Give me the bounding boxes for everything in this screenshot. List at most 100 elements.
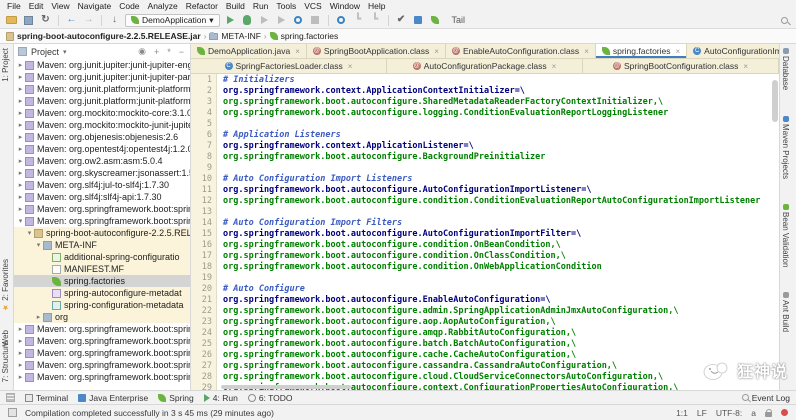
tool-window-button-javaee[interactable]: Java Enterprise bbox=[78, 393, 148, 403]
tree-collapsed-icon[interactable]: ▸ bbox=[16, 349, 25, 357]
menu-item-help[interactable]: Help bbox=[364, 1, 389, 11]
tree-collapsed-icon[interactable]: ▸ bbox=[16, 61, 25, 69]
tree-row[interactable]: spring-autoconfigure-metadat bbox=[14, 287, 190, 299]
stripe-button-maven-projects[interactable]: Maven Projects bbox=[781, 116, 790, 179]
tree-collapsed-icon[interactable]: ▸ bbox=[16, 97, 25, 105]
menu-item-file[interactable]: File bbox=[3, 1, 25, 11]
tree-collapsed-icon[interactable]: ▸ bbox=[16, 205, 25, 213]
tree-row[interactable]: ▾spring-boot-autoconfigure-2.2.5.RELE bbox=[14, 227, 190, 239]
sort-icon[interactable]: ↓ bbox=[108, 14, 121, 27]
tree-collapsed-icon[interactable]: ▸ bbox=[16, 73, 25, 81]
encoding-indicator[interactable]: UTF-8: bbox=[716, 408, 742, 418]
tool-window-button-todo[interactable]: 6: TODO bbox=[248, 393, 293, 403]
tree-row[interactable]: ▸Maven: org.springframework.boot:sprin bbox=[14, 203, 190, 215]
editor-vertical-scrollbar[interactable]: ✓ bbox=[771, 74, 779, 390]
tree-row[interactable]: ▸Maven: org.objenesis:objenesis:2.6 bbox=[14, 131, 190, 143]
save-icon[interactable] bbox=[22, 14, 35, 27]
tree-collapsed-icon[interactable]: ▸ bbox=[34, 313, 43, 321]
menu-item-tools[interactable]: Tools bbox=[272, 1, 300, 11]
tree-row[interactable]: ▸Maven: org.junit.platform:junit-platfor… bbox=[14, 95, 190, 107]
caret-position[interactable]: 1:1 bbox=[676, 408, 688, 418]
tree-row[interactable]: ▸Maven: org.junit.platform:junit-platfor… bbox=[14, 83, 190, 95]
tree-row[interactable]: ▾Maven: org.springframework.boot:sprin bbox=[14, 215, 190, 227]
tree-row[interactable]: ▸Maven: org.springframework.boot:sprin bbox=[14, 323, 190, 335]
close-icon[interactable]: × bbox=[552, 62, 557, 71]
menu-item-build[interactable]: Build bbox=[222, 1, 249, 11]
vcs-commit-icon[interactable]: ┗ bbox=[369, 14, 382, 27]
tool-window-switcher-icon[interactable] bbox=[8, 408, 17, 417]
stripe-button-project[interactable]: 1: Project bbox=[1, 48, 10, 82]
tree-collapsed-icon[interactable]: ▸ bbox=[16, 85, 25, 93]
tree-row[interactable]: MANIFEST.MF bbox=[14, 263, 190, 275]
tree-collapsed-icon[interactable]: ▸ bbox=[16, 325, 25, 333]
tree-row[interactable]: ▸Maven: org.springframework.boot:sprin bbox=[14, 371, 190, 383]
tree-row[interactable]: ▸Maven: org.opentest4j:opentest4j:1.2.0 bbox=[14, 143, 190, 155]
forward-icon[interactable]: → bbox=[82, 14, 95, 27]
close-icon[interactable]: × bbox=[434, 47, 439, 56]
editor-tab[interactable]: @EnableAutoConfiguration.class× bbox=[446, 44, 596, 58]
readonly-lock-icon[interactable] bbox=[765, 412, 772, 417]
notification-icon[interactable] bbox=[781, 409, 788, 416]
tree-row[interactable]: ▸Maven: org.springframework.boot:sprin bbox=[14, 335, 190, 347]
tail-label[interactable]: Tail bbox=[452, 15, 466, 25]
open-folder-icon[interactable] bbox=[5, 14, 18, 27]
tree-row[interactable]: ▸Maven: org.junit.jupiter:junit-jupiter-… bbox=[14, 59, 190, 71]
collapse-all-icon[interactable]: + bbox=[152, 47, 161, 57]
editor-tab[interactable]: CAutoConfigurationImportSelector.class× bbox=[687, 44, 779, 58]
close-icon[interactable]: × bbox=[348, 62, 353, 71]
tree-row[interactable]: ▾META-INF bbox=[14, 239, 190, 251]
editor-tab[interactable]: CSpringFactoriesLoader.class× bbox=[191, 59, 387, 73]
scrollbar-thumb[interactable] bbox=[772, 80, 778, 122]
project-panel-title[interactable]: Project bbox=[31, 47, 59, 57]
tree-collapsed-icon[interactable]: ▸ bbox=[16, 133, 25, 141]
settings-gear-icon[interactable]: * bbox=[165, 47, 173, 57]
locate-file-icon[interactable]: ◉ bbox=[136, 46, 148, 57]
run-disabled-icon[interactable] bbox=[258, 14, 271, 27]
char-indicator[interactable]: a bbox=[751, 408, 756, 418]
back-icon[interactable]: ← bbox=[65, 14, 78, 27]
stripe-button-bean-validation[interactable]: Bean Validation bbox=[781, 204, 790, 267]
tree-row[interactable]: ▸Maven: org.slf4j:jul-to-slf4j:1.7.30 bbox=[14, 179, 190, 191]
hide-panel-icon[interactable]: − bbox=[177, 47, 186, 57]
tree-collapsed-icon[interactable]: ▸ bbox=[16, 109, 25, 117]
tree-collapsed-icon[interactable]: ▸ bbox=[16, 157, 25, 165]
close-icon[interactable]: × bbox=[676, 47, 681, 56]
menu-item-window[interactable]: Window bbox=[326, 1, 364, 11]
stripe-button-ant-build[interactable]: Ant Build bbox=[781, 292, 790, 332]
sync-icon[interactable]: ↻ bbox=[39, 14, 52, 27]
tree-row[interactable]: ▸Maven: org.mockito:mockito-junit-jupite bbox=[14, 119, 190, 131]
tree-expanded-icon[interactable]: ▾ bbox=[25, 229, 34, 237]
close-icon[interactable]: × bbox=[295, 47, 300, 56]
debug-button[interactable] bbox=[241, 14, 254, 27]
menu-item-view[interactable]: View bbox=[47, 1, 73, 11]
tree-expanded-icon[interactable]: ▾ bbox=[34, 241, 43, 249]
tree-collapsed-icon[interactable]: ▸ bbox=[16, 121, 25, 129]
tree-row[interactable]: spring.factories bbox=[14, 275, 190, 287]
tree-row[interactable]: additional-spring-configuratio bbox=[14, 251, 190, 263]
tree-row[interactable]: ▸org bbox=[14, 311, 190, 323]
stripe-button----favorites[interactable]: ★2: Favorites bbox=[1, 259, 10, 312]
tool-window-button-run[interactable]: 4: Run bbox=[204, 393, 238, 403]
menu-item-edit[interactable]: Edit bbox=[25, 1, 48, 11]
tool-window-button-terminal[interactable]: Terminal bbox=[25, 393, 68, 403]
event-log-button[interactable]: Event Log bbox=[742, 393, 790, 403]
profile-icon[interactable] bbox=[275, 14, 288, 27]
tree-row[interactable]: ▸Maven: org.junit.jupiter:junit-jupiter-… bbox=[14, 71, 190, 83]
tree-expanded-icon[interactable]: ▾ bbox=[16, 217, 25, 225]
menu-item-code[interactable]: Code bbox=[115, 1, 143, 11]
chevron-down-icon[interactable]: ▾ bbox=[63, 48, 67, 56]
run-button[interactable] bbox=[224, 14, 237, 27]
tree-row[interactable]: ▸Maven: org.mockito:mockito-core:3.1.0 bbox=[14, 107, 190, 119]
close-icon[interactable]: × bbox=[584, 47, 589, 56]
tree-collapsed-icon[interactable]: ▸ bbox=[16, 361, 25, 369]
menu-item-run[interactable]: Run bbox=[249, 1, 273, 11]
editor-horizontal-scrollbar[interactable] bbox=[221, 385, 351, 389]
tree-row[interactable]: spring-configuration-metadata bbox=[14, 299, 190, 311]
services-icon[interactable] bbox=[412, 14, 425, 27]
menu-item-refactor[interactable]: Refactor bbox=[182, 1, 222, 11]
run-configuration-select[interactable]: DemoApplication ▾ bbox=[125, 14, 220, 27]
tree-collapsed-icon[interactable]: ▸ bbox=[16, 337, 25, 345]
stop-icon[interactable] bbox=[309, 14, 322, 27]
tree-collapsed-icon[interactable]: ▸ bbox=[16, 193, 25, 201]
editor-tab[interactable]: DemoApplication.java× bbox=[191, 44, 307, 58]
